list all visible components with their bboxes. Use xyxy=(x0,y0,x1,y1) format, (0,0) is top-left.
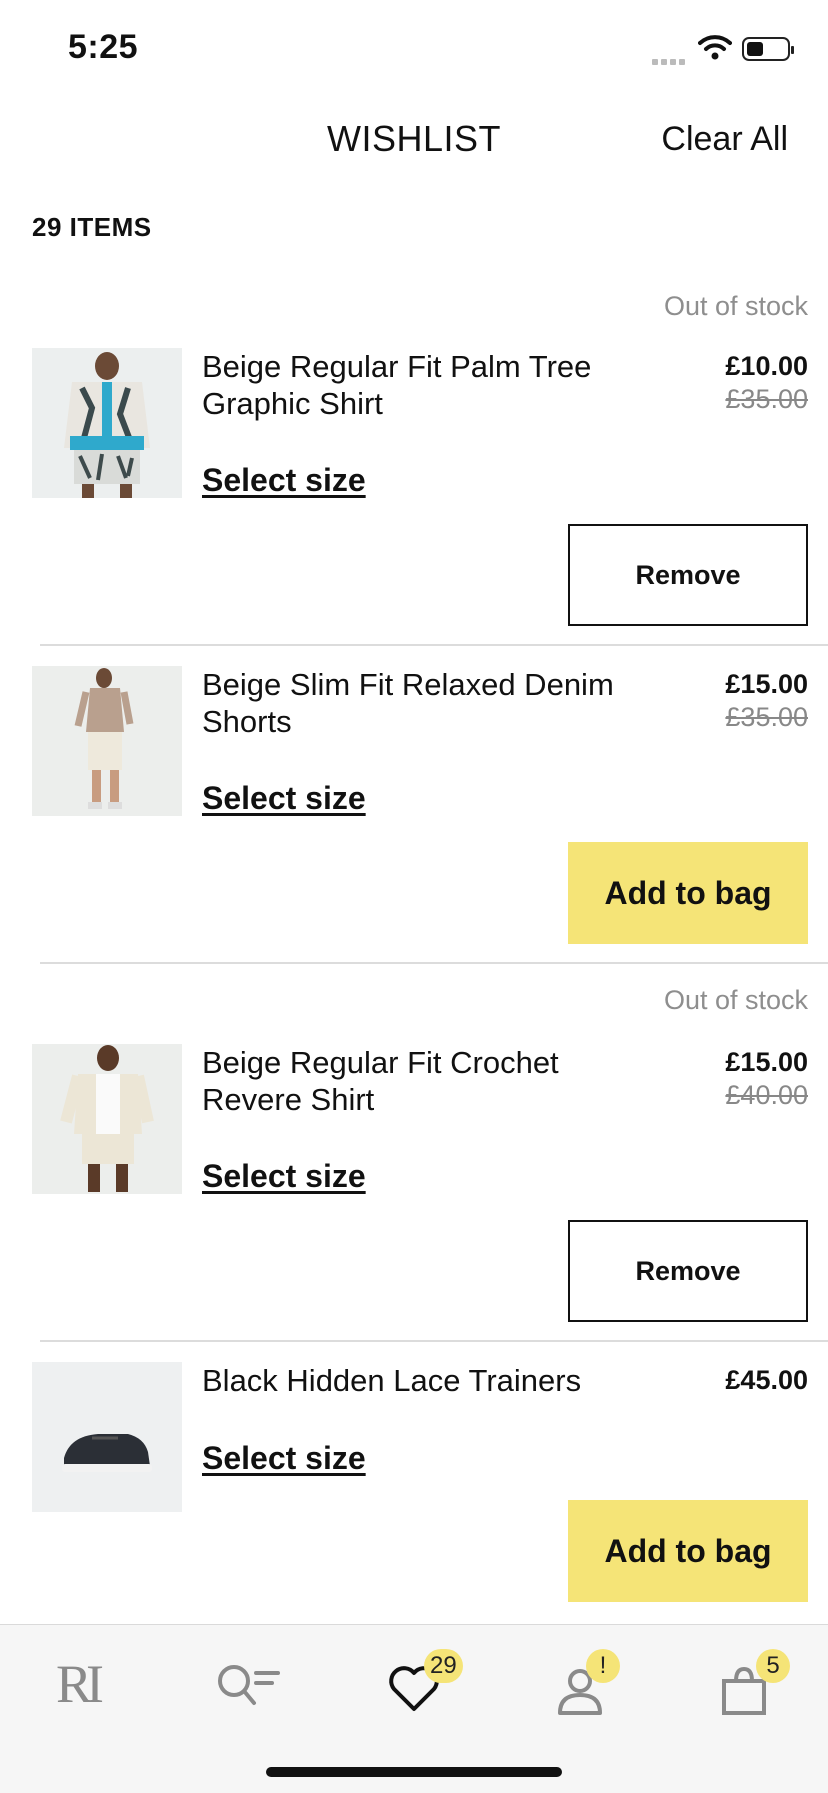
account-alert-badge: ! xyxy=(586,1649,620,1683)
items-count: 29 ITEMS xyxy=(32,212,152,242)
product-name[interactable]: Beige Regular Fit Crochet Revere Shirt xyxy=(202,1044,622,1118)
tab-search[interactable] xyxy=(208,1651,288,1721)
tab-home[interactable]: RI xyxy=(44,1651,124,1721)
product-name[interactable]: Beige Slim Fit Relaxed Denim Shorts xyxy=(202,666,622,740)
search-filter-icon xyxy=(218,1665,280,1705)
product-image[interactable] xyxy=(32,1362,182,1512)
remove-button[interactable]: Remove xyxy=(568,1220,808,1322)
tab-bag[interactable]: 5 xyxy=(706,1649,790,1721)
price-block: £15.00 £40.00 xyxy=(725,1046,808,1112)
status-time: 5:25 xyxy=(68,28,139,66)
original-price: £35.00 xyxy=(725,384,808,414)
logo: RI xyxy=(56,1654,104,1714)
wifi-icon xyxy=(698,34,732,65)
home-indicator xyxy=(266,1767,562,1777)
cellular-signal-icon xyxy=(652,52,688,70)
price-block: £10.00 £35.00 xyxy=(725,350,808,416)
status-bar: 5:25 xyxy=(0,0,828,100)
select-size-link[interactable]: Select size xyxy=(202,780,366,817)
add-to-bag-button[interactable]: Add to bag xyxy=(568,842,808,944)
current-price: £10.00 xyxy=(725,351,808,381)
select-size-link[interactable]: Select size xyxy=(202,1158,366,1195)
wishlist-item: Beige Slim Fit Relaxed Denim Shorts £15.… xyxy=(0,646,828,964)
price-block: £45.00 xyxy=(725,1364,808,1397)
product-image[interactable] xyxy=(32,348,182,498)
bag-count-badge: 5 xyxy=(756,1649,790,1683)
wishlist-item: Black Hidden Lace Trainers £45.00 Select… xyxy=(0,1342,828,1622)
select-size-link[interactable]: Select size xyxy=(202,462,366,499)
clear-all-button[interactable]: Clear All xyxy=(661,120,788,159)
product-name[interactable]: Beige Regular Fit Palm Tree Graphic Shir… xyxy=(202,348,622,422)
current-price: £45.00 xyxy=(725,1365,808,1395)
tab-account[interactable]: ! xyxy=(540,1649,620,1721)
current-price: £15.00 xyxy=(725,669,808,699)
remove-button[interactable]: Remove xyxy=(568,524,808,626)
stock-status: Out of stock xyxy=(663,985,808,1015)
wishlist-item: Out of stock Beige Regular Fit Crochet R… xyxy=(0,964,828,1342)
original-price: £40.00 xyxy=(725,1080,808,1110)
product-image[interactable] xyxy=(32,1044,182,1194)
add-to-bag-button[interactable]: Add to bag xyxy=(568,1500,808,1602)
product-name[interactable]: Black Hidden Lace Trainers xyxy=(202,1362,622,1399)
tab-wishlist[interactable]: 29 xyxy=(374,1649,463,1721)
original-price: £35.00 xyxy=(725,702,808,732)
header: WISHLIST Clear All xyxy=(0,100,828,180)
current-price: £15.00 xyxy=(725,1047,808,1077)
price-block: £15.00 £35.00 xyxy=(725,668,808,734)
wishlist-count-badge: 29 xyxy=(424,1649,463,1683)
battery-icon xyxy=(742,37,794,61)
stock-status: Out of stock xyxy=(663,291,808,321)
product-image[interactable] xyxy=(32,666,182,816)
wishlist-item: Out of stock Beige Regular Fit Palm Tree… xyxy=(0,280,828,646)
select-size-link[interactable]: Select size xyxy=(202,1440,366,1477)
